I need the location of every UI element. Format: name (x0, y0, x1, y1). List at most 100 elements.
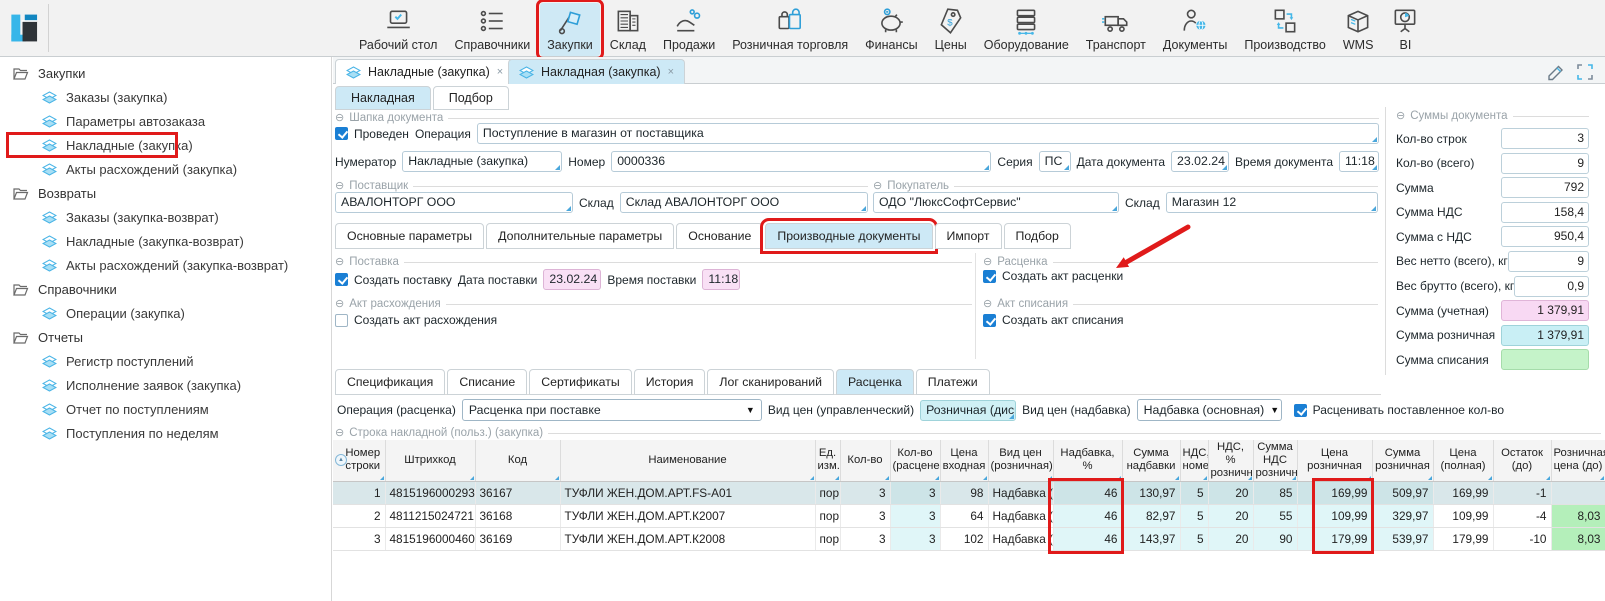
buyer-sklad-field[interactable]: Магазин 12 (1166, 192, 1378, 213)
supplier-sklad-field[interactable]: Склад АВАЛОНТОРГ ООО (620, 192, 868, 213)
grid-cell[interactable]: 8,03 (1551, 527, 1605, 550)
grid-column-header[interactable]: Наименование (560, 440, 815, 481)
delivery-time-field[interactable]: 11:18 (702, 269, 740, 290)
grid-column-header[interactable]: НДС, номер (1180, 440, 1208, 481)
grid-cell[interactable]: 90 (1253, 527, 1297, 550)
series-field[interactable]: ПС (1039, 151, 1071, 172)
grid-cell[interactable]: 3 (840, 527, 890, 550)
grid-cell[interactable]: 4815196000293 (385, 481, 475, 504)
grid-cell[interactable]: 46 (1053, 527, 1122, 550)
grid-cell[interactable]: 143,97 (1122, 527, 1180, 550)
grid-column-header[interactable]: Сумма НДС розничная (1253, 440, 1297, 481)
collapse-icon[interactable]: ⊖ (335, 255, 344, 268)
grid-cell[interactable]: -1 (1493, 481, 1551, 504)
numerator-field[interactable]: Накладные (закупка) (402, 151, 562, 172)
toolbar-item-documents[interactable]: Документы (1156, 3, 1234, 56)
grid-row[interactable]: 2481121502472136168ТУФЛИ ЖЕН.ДОМ.АРТ.К20… (333, 504, 1605, 527)
grid-column-header[interactable]: Сумма розничная (1372, 440, 1433, 481)
grid-cell[interactable]: 5 (1180, 481, 1208, 504)
toolbar-item-bi[interactable]: BI (1383, 3, 1427, 56)
grid-cell[interactable]: Надбавка (ос (988, 504, 1053, 527)
tab-spisanie[interactable]: Списание (447, 369, 527, 395)
grid-cell[interactable]: 2 (333, 504, 385, 527)
grid-cell[interactable]: 3 (840, 504, 890, 527)
collapse-icon[interactable]: ⊖ (335, 297, 344, 310)
toolbar-item-directories[interactable]: Справочники (447, 3, 537, 56)
tab-nakladnaya[interactable]: Накладная (335, 86, 431, 110)
toolbar-item-warehouse[interactable]: Склад (603, 3, 653, 56)
grid-cell[interactable]: 8,03 (1551, 504, 1605, 527)
grid-cell[interactable]: 539,97 (1372, 527, 1433, 550)
markup-price-select[interactable]: Надбавка (основная) ▼ (1137, 399, 1282, 421)
grid-cell[interactable]: 4815196000460 (385, 527, 475, 550)
create-writeoff-act-checkbox[interactable] (983, 314, 996, 327)
tab-istoriya[interactable]: История (634, 369, 706, 395)
tab-platezhi[interactable]: Платежи (916, 369, 990, 395)
sidebar-group[interactable]: Возвраты (0, 181, 331, 205)
create-delivery-checkbox[interactable] (335, 273, 348, 286)
grid-cell[interactable]: пор. (815, 527, 840, 550)
grid-cell[interactable]: 55 (1253, 504, 1297, 527)
grid-cell[interactable]: 130,97 (1122, 481, 1180, 504)
sidebar-item[interactable]: Накладные (закупка-возврат) (0, 229, 331, 253)
tab-log-skanirovaniy[interactable]: Лог сканирований (707, 369, 834, 395)
toolbar-item-retail[interactable]: Розничная торговля (725, 3, 855, 56)
grid-cell[interactable]: 36168 (475, 504, 560, 527)
grid-cell[interactable]: 46 (1053, 504, 1122, 527)
grid-cell[interactable]: 85 (1253, 481, 1297, 504)
fullscreen-icon[interactable] (1575, 62, 1595, 82)
grid-cell[interactable]: Надбавка (ос (988, 527, 1053, 550)
toolbar-item-purchases[interactable]: Закупки (540, 3, 600, 56)
grid-column-header[interactable]: НДС, % розничный (1208, 440, 1253, 481)
tab-dopolnitelnye-parametry[interactable]: Дополнительные параметры (486, 223, 674, 249)
tab-import[interactable]: Импорт (935, 223, 1002, 249)
tab-osnovnye-parametry[interactable]: Основные параметры (335, 223, 484, 249)
grid-cell[interactable]: 20 (1208, 527, 1253, 550)
grid-cell[interactable]: 64 (940, 504, 988, 527)
toolbar-item-production[interactable]: Производство (1237, 3, 1333, 56)
grid-cell[interactable]: 4811215024721 (385, 504, 475, 527)
doc-date-field[interactable]: 23.02.24 (1171, 151, 1229, 172)
tab-rascenka[interactable]: Расценка (836, 369, 914, 395)
collapse-icon[interactable]: ⊖ (1396, 109, 1405, 122)
number-field[interactable]: 0000336 (611, 151, 991, 172)
grid-cell[interactable]: ТУФЛИ ЖЕН.ДОМ.АРТ.К2008 (560, 527, 815, 550)
sidebar-item[interactable]: Заказы (закупка) (0, 85, 331, 109)
grid-column-header[interactable]: Код (475, 440, 560, 481)
collapse-icon[interactable]: ⊖ (335, 426, 344, 439)
collapse-icon[interactable]: ⊖ (335, 179, 344, 192)
grid-cell[interactable] (1551, 481, 1605, 504)
proveden-checkbox[interactable] (335, 127, 348, 140)
grid-cell[interactable]: 3 (890, 481, 940, 504)
grid-column-header[interactable]: Штрихкод (385, 440, 475, 481)
grid-cell[interactable]: 82,97 (1122, 504, 1180, 527)
grid-cell[interactable]: 3 (890, 527, 940, 550)
collapse-icon[interactable]: ⊖ (983, 255, 992, 268)
grid-cell[interactable]: ТУФЛИ ЖЕН.ДОМ.АРТ.FS-A01 (560, 481, 815, 504)
sidebar-item[interactable]: Отчет по поступлениям (0, 397, 331, 421)
grid-column-header[interactable]: Розничная цена (до) (1551, 440, 1605, 481)
sidebar-item[interactable]: Акты расхождений (закупка-возврат) (0, 253, 331, 277)
grid-cell[interactable]: 109,99 (1433, 504, 1493, 527)
grid-column-header[interactable]: Сумма надбавки (1122, 440, 1180, 481)
grid-cell[interactable]: 98 (940, 481, 988, 504)
grid-cell[interactable]: -4 (1493, 504, 1551, 527)
sidebar-item[interactable]: Заказы (закупка-возврат) (0, 205, 331, 229)
grid-cell[interactable]: 179,99 (1297, 527, 1372, 550)
grid-cell[interactable]: -10 (1493, 527, 1551, 550)
sidebar-item[interactable]: Исполнение заявок (закупка) (0, 373, 331, 397)
grid-cell[interactable]: 5 (1180, 504, 1208, 527)
mgmt-price-field[interactable]: Розничная (диска (920, 400, 1016, 421)
sidebar-group[interactable]: Справочники (0, 277, 331, 301)
collapse-icon[interactable]: ⊖ (873, 179, 882, 192)
grid-column-header[interactable]: Надбавка, % (1053, 440, 1122, 481)
tab-podbor[interactable]: Подбор (433, 86, 509, 110)
grid-cell[interactable]: 3 (890, 504, 940, 527)
sidebar-item[interactable]: Накладные (закупка) (0, 133, 331, 157)
grid-cell[interactable]: 102 (940, 527, 988, 550)
toolbar-item-equipment[interactable]: Оборудование (977, 3, 1076, 56)
grid-column-header[interactable]: Ед. изм. (815, 440, 840, 481)
grid-cell[interactable]: 20 (1208, 481, 1253, 504)
grid-column-header[interactable]: Цена (полная) (1433, 440, 1493, 481)
sidebar-item[interactable]: Операции (закупка) (0, 301, 331, 325)
